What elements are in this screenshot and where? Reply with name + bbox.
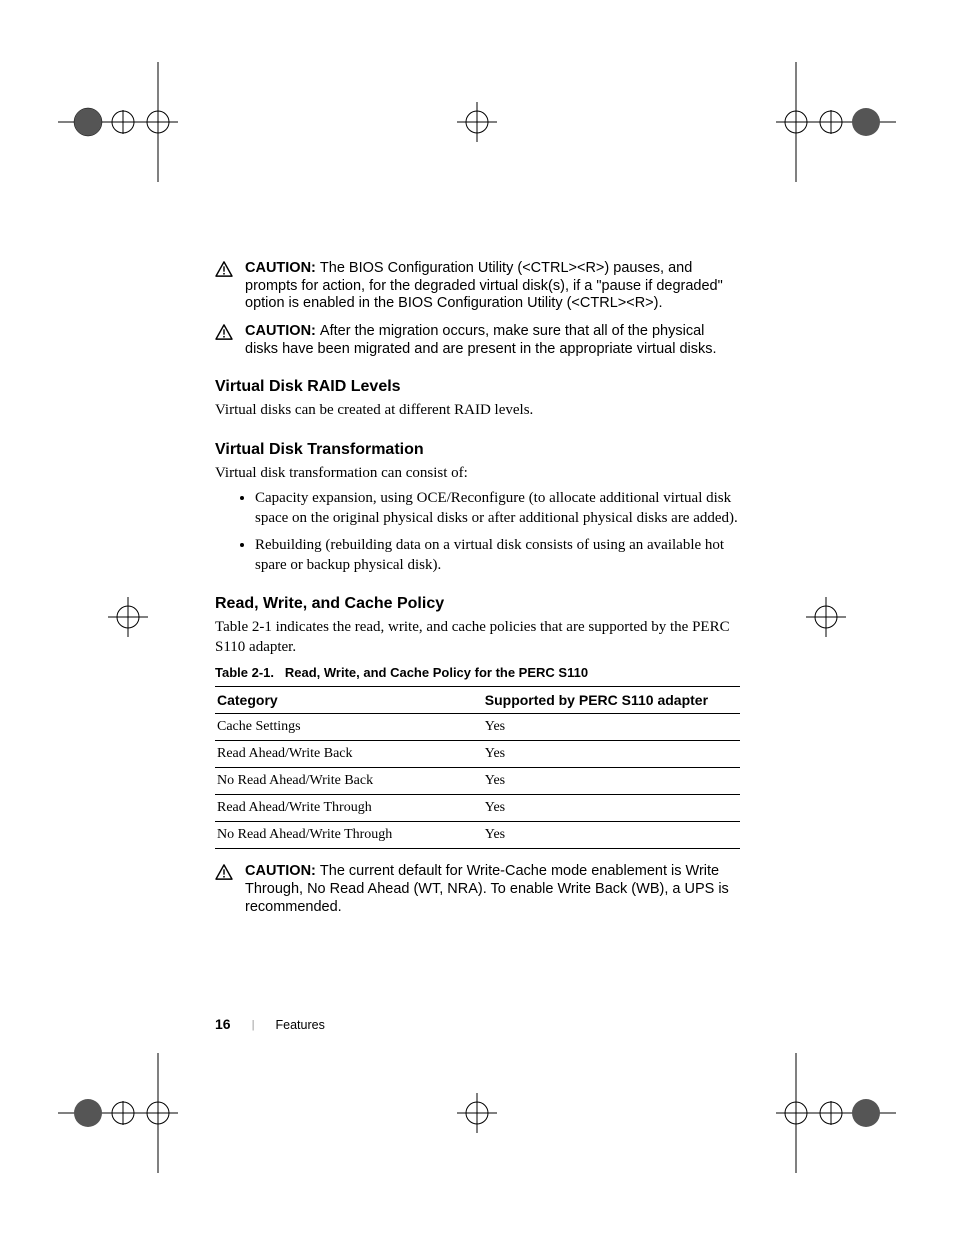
caution-block: CAUTION: The current default for Write-C…: [215, 863, 740, 916]
table-cell: Yes: [483, 795, 740, 822]
list-item: Rebuilding (rebuilding data on a virtual…: [255, 536, 740, 575]
printer-registration-mark: [58, 557, 178, 677]
table-cell: Yes: [483, 714, 740, 741]
table-caption-title: Read, Write, and Cache Policy for the PE…: [285, 665, 588, 680]
body-text: Virtual disks can be created at differen…: [215, 401, 740, 421]
caution-icon: [215, 863, 245, 916]
printer-registration-mark: [776, 1053, 896, 1173]
caution-text: CAUTION: The BIOS Configuration Utility …: [245, 260, 740, 313]
bullet-list: Capacity expansion, using OCE/Reconfigur…: [215, 489, 740, 575]
table-row: Read Ahead/Write Back Yes: [215, 741, 740, 768]
printer-registration-mark: [417, 62, 537, 182]
printer-registration-mark: [776, 557, 896, 677]
table-caption-prefix: Table 2-1.: [215, 665, 274, 680]
printer-registration-mark: [417, 1053, 537, 1173]
caution-block: CAUTION: The BIOS Configuration Utility …: [215, 260, 740, 313]
printer-registration-mark: [58, 1053, 178, 1173]
table-cell: No Read Ahead/Write Back: [215, 768, 483, 795]
page-footer: 16 | Features: [215, 1016, 325, 1033]
table-cell: Cache Settings: [215, 714, 483, 741]
table-cell: Read Ahead/Write Through: [215, 795, 483, 822]
table-cell: Yes: [483, 822, 740, 849]
table-row: Cache Settings Yes: [215, 714, 740, 741]
printer-registration-mark: [58, 62, 178, 182]
table-cell: No Read Ahead/Write Through: [215, 822, 483, 849]
heading-virtual-disk-raid-levels: Virtual Disk RAID Levels: [215, 378, 740, 396]
footer-divider: |: [234, 1017, 272, 1031]
caution-text: CAUTION: After the migration occurs, mak…: [245, 323, 740, 358]
policy-table: Category Supported by PERC S110 adapter …: [215, 686, 740, 849]
caution-icon: [215, 323, 245, 358]
heading-read-write-cache-policy: Read, Write, and Cache Policy: [215, 595, 740, 613]
table-header-category: Category: [215, 687, 483, 714]
body-text: Virtual disk transformation can consist …: [215, 464, 740, 484]
caution-label: CAUTION:: [245, 260, 320, 276]
caution-icon: [215, 260, 245, 313]
table-cell: Yes: [483, 768, 740, 795]
page-content: CAUTION: The BIOS Configuration Utility …: [215, 260, 740, 927]
caution-label: CAUTION:: [245, 863, 320, 879]
printer-registration-mark: [776, 62, 896, 182]
table-cell: Yes: [483, 741, 740, 768]
caution-text: CAUTION: The current default for Write-C…: [245, 863, 740, 916]
caution-block: CAUTION: After the migration occurs, mak…: [215, 323, 740, 358]
page-number: 16: [215, 1016, 231, 1032]
table-caption: Table 2-1. Read, Write, and Cache Policy…: [215, 665, 740, 680]
caution-label: CAUTION:: [245, 323, 320, 339]
heading-virtual-disk-transformation: Virtual Disk Transformation: [215, 441, 740, 459]
body-text: Table 2-1 indicates the read, write, and…: [215, 618, 740, 657]
list-item: Capacity expansion, using OCE/Reconfigur…: [255, 489, 740, 528]
table-row: No Read Ahead/Write Through Yes: [215, 822, 740, 849]
footer-section-name: Features: [275, 1018, 324, 1032]
table-header-supported: Supported by PERC S110 adapter: [483, 687, 740, 714]
table-row: No Read Ahead/Write Back Yes: [215, 768, 740, 795]
table-row: Read Ahead/Write Through Yes: [215, 795, 740, 822]
table-cell: Read Ahead/Write Back: [215, 741, 483, 768]
